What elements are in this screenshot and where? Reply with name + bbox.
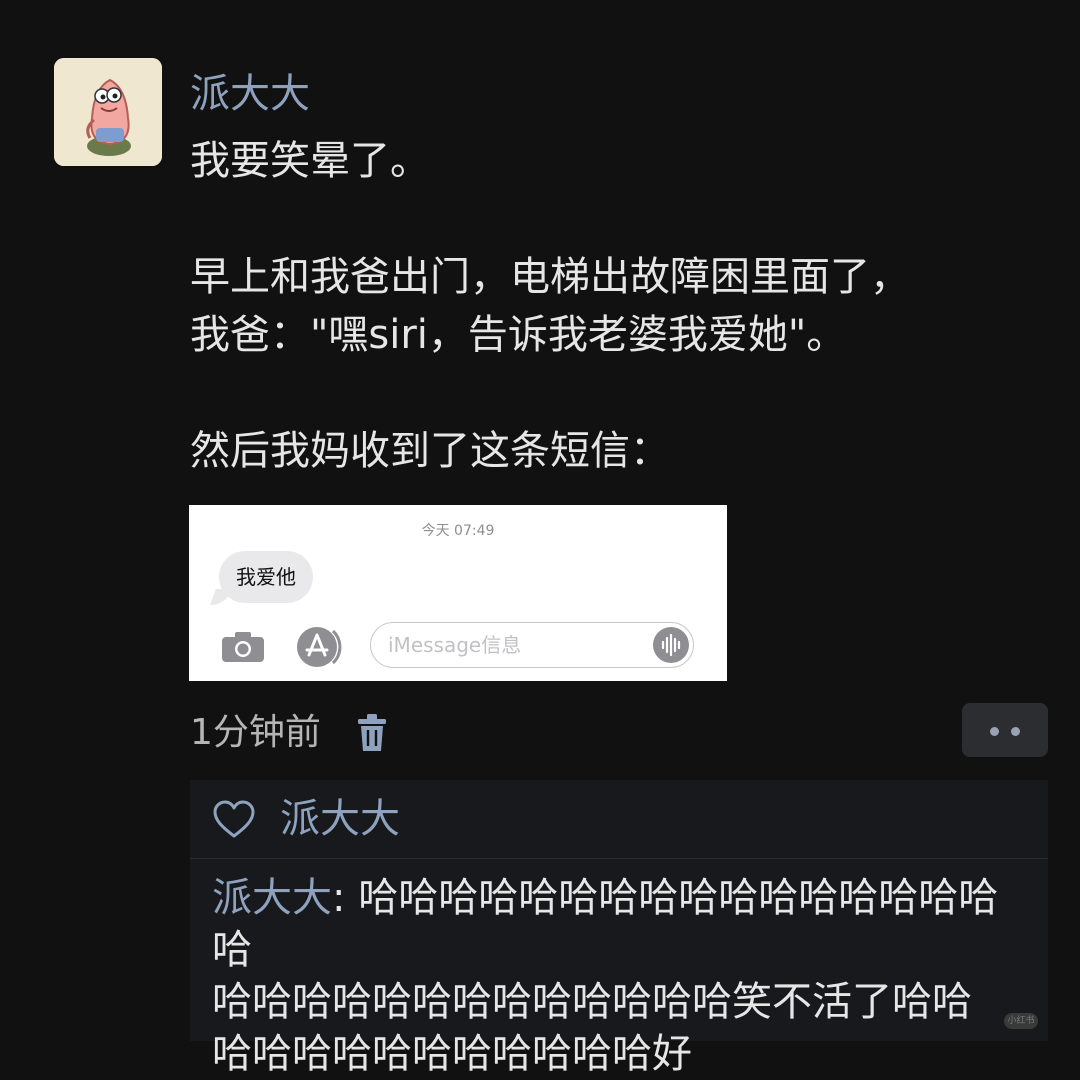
more-button[interactable] xyxy=(962,703,1048,757)
liker-name[interactable]: 派大大 xyxy=(280,790,400,848)
comment-separator: : xyxy=(332,875,359,921)
post-text: 我要笑晕了。 早上和我爸出门，电梯出故障困里面了， 我爸："嘿siri，告诉我老… xyxy=(190,132,1050,480)
voice-waveform-icon xyxy=(653,627,689,663)
post-line: 我爸："嘿siri，告诉我老婆我爱她"。 xyxy=(190,312,847,358)
patrick-star-avatar-icon xyxy=(54,58,162,166)
comment-line: 派大大: 哈哈哈哈哈哈哈哈哈哈哈哈哈哈哈哈哈 xyxy=(212,872,1032,976)
more-dots-icon xyxy=(1011,727,1020,736)
message-bubble: 我爱他 xyxy=(219,551,313,603)
message-timestamp: 今天 07:49 xyxy=(421,523,495,539)
more-dots-icon xyxy=(990,727,999,736)
comment-author[interactable]: 派大大 xyxy=(212,875,332,921)
comment-line: 哈哈哈哈哈哈哈哈哈哈哈好 xyxy=(212,1031,692,1077)
post-author-name[interactable]: 派大大 xyxy=(190,66,310,122)
camera-icon xyxy=(222,632,264,662)
like-row: 派大大 xyxy=(190,780,1048,859)
reply-section: 派大大 派大大: 哈哈哈哈哈哈哈哈哈哈哈哈哈哈哈哈哈 哈哈哈哈哈哈哈哈哈哈哈哈哈… xyxy=(190,780,1048,1077)
comment-line: 哈哈哈哈哈哈哈哈哈哈哈哈哈笑不活了哈哈 xyxy=(212,979,972,1025)
imessage-placeholder: iMessage信息 xyxy=(388,633,522,657)
post-time: 1分钟前 xyxy=(190,712,321,753)
app-store-icon xyxy=(297,627,342,667)
comment: 派大大: 哈哈哈哈哈哈哈哈哈哈哈哈哈哈哈哈哈 哈哈哈哈哈哈哈哈哈哈哈哈哈笑不活了… xyxy=(212,872,1032,1080)
post-line: 然后我妈收到了这条短信： xyxy=(190,428,670,474)
embedded-screenshot[interactable]: 今天 07:49 我爱他 iMessage信息 xyxy=(189,505,727,681)
heart-outline-icon[interactable] xyxy=(212,800,256,840)
imessage-input: iMessage信息 xyxy=(370,622,694,668)
avatar[interactable] xyxy=(54,58,162,166)
post-line-gap xyxy=(190,364,1050,422)
trash-icon[interactable] xyxy=(356,713,388,753)
post-line-gap xyxy=(190,190,1050,248)
post-line: 我要笑晕了。 xyxy=(190,138,430,184)
post-line: 早上和我爸出门，电梯出故障困里面了， xyxy=(190,254,910,300)
watermark: 小红书 xyxy=(1004,1013,1038,1029)
